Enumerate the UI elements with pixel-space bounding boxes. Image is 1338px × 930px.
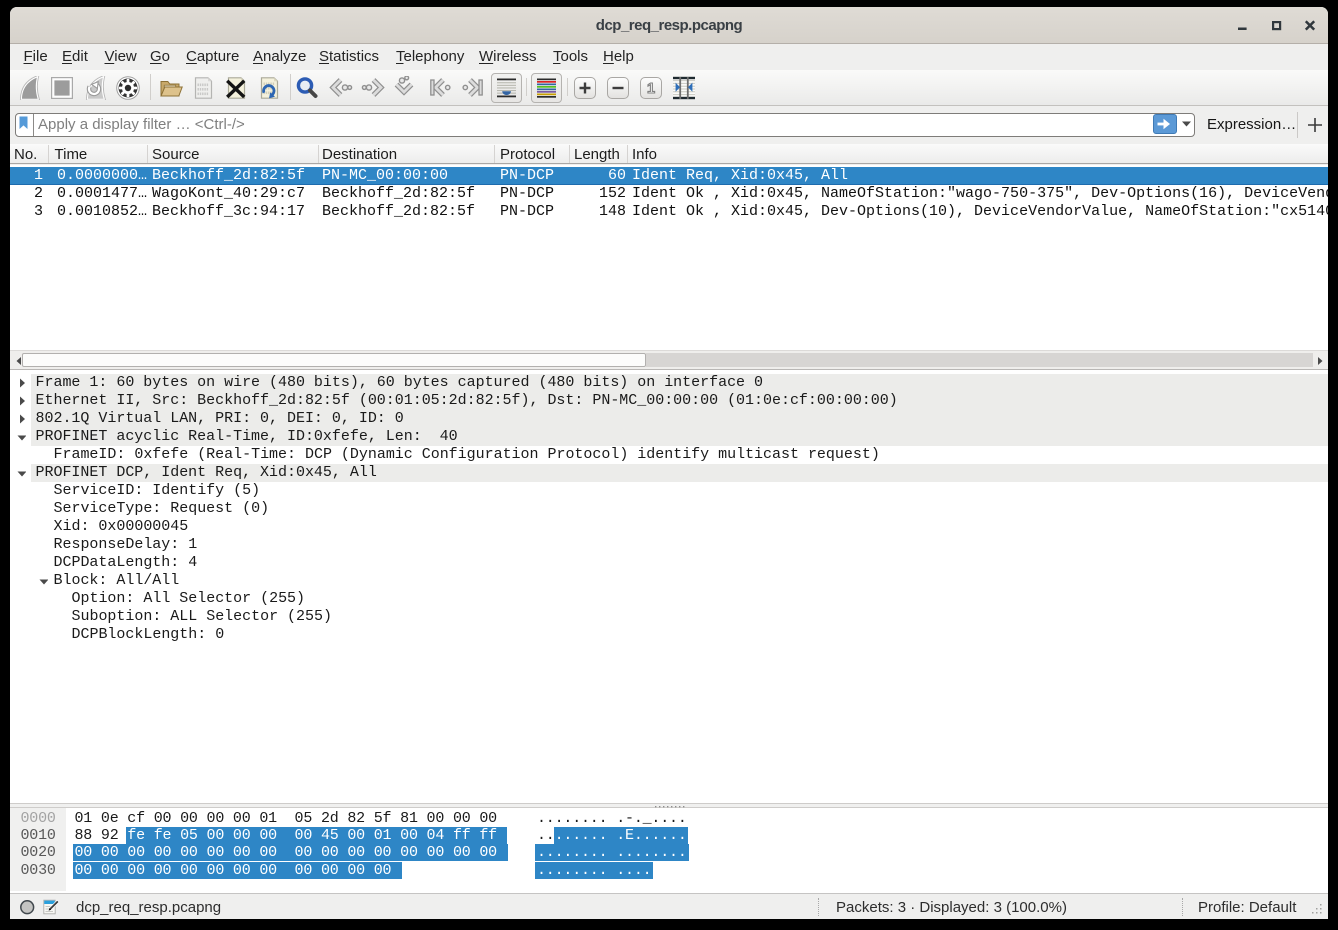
svg-text:1: 1 (647, 81, 655, 97)
